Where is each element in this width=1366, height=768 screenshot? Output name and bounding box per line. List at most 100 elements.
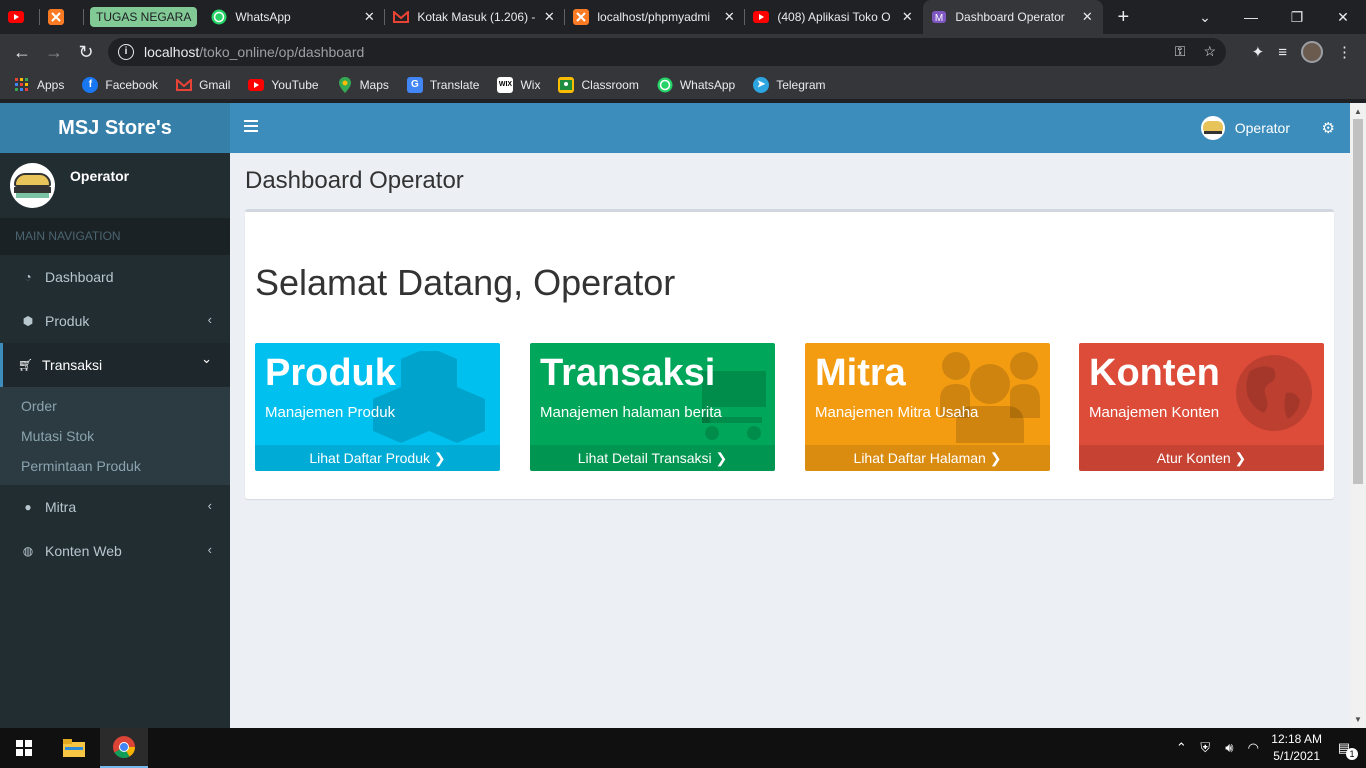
bookmark-wix[interactable]: WIX Wix bbox=[497, 76, 541, 93]
sidebar-item-mitra[interactable]: ● Mitra ‹ bbox=[0, 485, 230, 529]
transaksi-submenu: Order Mutasi Stok Permintaan Produk bbox=[0, 387, 230, 485]
sidebar-item-label: Konten Web bbox=[45, 543, 122, 559]
submenu-item-order[interactable]: Order bbox=[0, 391, 230, 421]
bookmark-label: Wix bbox=[520, 77, 541, 92]
sidebar-user-name: Operator bbox=[70, 168, 130, 184]
page-scrollbar[interactable]: ▲ ▼ bbox=[1350, 103, 1366, 728]
tab-group-label[interactable]: TUGAS NEGARA bbox=[90, 7, 198, 27]
bookmark-star-icon[interactable]: ☆ bbox=[1203, 43, 1216, 60]
bookmark-whatsapp[interactable]: WhatsApp bbox=[657, 77, 735, 93]
bookmark-youtube[interactable]: YouTube bbox=[248, 77, 319, 93]
bookmark-label: Translate bbox=[429, 77, 480, 92]
reload-icon[interactable]: ↻ bbox=[70, 42, 102, 63]
card-footer-link[interactable]: Lihat Daftar Produk ❯ bbox=[255, 445, 500, 471]
gmail-icon bbox=[176, 77, 193, 93]
close-icon[interactable]: ✕ bbox=[361, 9, 377, 25]
bookmark-label: Facebook bbox=[105, 77, 159, 92]
close-icon[interactable]: ✕ bbox=[899, 9, 915, 25]
chrome-taskbar-icon[interactable] bbox=[100, 728, 148, 768]
tab-whatsapp[interactable]: WhatsApp ✕ bbox=[203, 0, 386, 34]
extensions-puzzle-icon[interactable]: ✦ bbox=[1252, 43, 1265, 61]
clock-time: 12:18 AM bbox=[1271, 732, 1322, 746]
sidebar-item-label: Transaksi bbox=[42, 357, 103, 373]
submenu-item-mutasi-stok[interactable]: Mutasi Stok bbox=[0, 421, 230, 451]
restore-icon[interactable]: ❐ bbox=[1274, 9, 1320, 26]
forward-arrow-icon[interactable]: → bbox=[38, 42, 70, 63]
tab-title: WhatsApp bbox=[235, 10, 291, 24]
globe-icon: ◍ bbox=[22, 544, 34, 558]
media-queue-icon[interactable]: ≡ bbox=[1278, 44, 1287, 61]
bookmark-label: Telegram bbox=[776, 77, 826, 92]
card-konten: Konten Manajemen Konten Atur Konten ❯ bbox=[1079, 343, 1324, 471]
scrollbar-thumb[interactable] bbox=[1353, 119, 1363, 484]
url-bar[interactable]: i localhost/toko_online/op/dashboard ⚿ ☆ bbox=[108, 38, 1226, 66]
bookmark-translate[interactable]: G Translate bbox=[406, 76, 480, 93]
tab-youtube-video[interactable]: (408) Aplikasi Toko O ✕ bbox=[745, 0, 923, 34]
avatar bbox=[1200, 116, 1225, 140]
submenu-item-permintaan-produk[interactable]: Permintaan Produk bbox=[0, 451, 230, 481]
wifi-icon[interactable]: ◠ bbox=[1241, 740, 1265, 756]
notification-count: 1 bbox=[1346, 748, 1358, 760]
sidebar-item-transaksi[interactable]: 🛒︎ Transaksi ⌄ bbox=[0, 343, 230, 387]
scroll-down-arrow-icon[interactable]: ▼ bbox=[1354, 715, 1362, 724]
close-icon[interactable]: ✕ bbox=[541, 9, 557, 25]
file-explorer-icon[interactable] bbox=[50, 728, 98, 768]
window-close-icon[interactable]: ✕ bbox=[1320, 9, 1366, 26]
bookmark-telegram[interactable]: ➤ Telegram bbox=[753, 76, 826, 93]
pinned-tab-youtube[interactable] bbox=[0, 0, 40, 34]
bookmark-apps[interactable]: Apps bbox=[14, 77, 64, 93]
bookmark-label: YouTube bbox=[271, 77, 319, 92]
pinned-tab-xampp[interactable] bbox=[40, 0, 84, 34]
card-produk: Produk Manajemen Produk Lihat Daftar Pro… bbox=[255, 343, 500, 471]
close-icon[interactable]: ✕ bbox=[721, 9, 737, 25]
profile-avatar[interactable] bbox=[1301, 41, 1323, 63]
bookmark-classroom[interactable]: Classroom bbox=[558, 76, 639, 93]
scroll-up-arrow-icon[interactable]: ▲ bbox=[1354, 107, 1362, 116]
taskbar-clock[interactable]: 12:18 AM 5/1/2021 bbox=[1271, 731, 1322, 765]
brand-logo[interactable]: MSJ Store's bbox=[0, 103, 230, 153]
tab-title: localhost/phpmyadmi bbox=[597, 10, 711, 24]
tab-phpmyadmin[interactable]: localhost/phpmyadmi ✕ bbox=[565, 0, 746, 34]
card-footer-link[interactable]: Lihat Daftar Halaman ❯ bbox=[805, 445, 1050, 471]
new-tab-button[interactable]: + bbox=[1103, 0, 1143, 34]
sidebar-item-konten-web[interactable]: ◍ Konten Web ‹ bbox=[0, 529, 230, 573]
chevron-left-icon: ‹ bbox=[207, 312, 212, 327]
windows-start-icon[interactable] bbox=[0, 728, 48, 768]
bookmark-gmail[interactable]: Gmail bbox=[176, 77, 230, 93]
notification-icon[interactable]: ▤ 1 bbox=[1332, 740, 1358, 760]
close-icon[interactable]: ✕ bbox=[1079, 9, 1095, 25]
welcome-box: Selamat Datang, Operator Produk Manajeme… bbox=[245, 209, 1334, 499]
system-tray: ⌃ ⛨ 🔊︎ ◠ 12:18 AM 5/1/2021 ▤ 1 bbox=[1169, 728, 1366, 768]
sidebar-item-produk[interactable]: ⬢ Produk ‹ bbox=[0, 299, 230, 343]
user-icon: ● bbox=[24, 500, 32, 514]
minimize-icon[interactable]: — bbox=[1228, 9, 1274, 25]
tab-search-icon[interactable]: ⌄ bbox=[1182, 9, 1228, 26]
card-subtitle: Manajemen Mitra Usaha bbox=[815, 404, 979, 421]
gmail-icon bbox=[393, 9, 410, 25]
chrome-menu-icon[interactable]: ⋮ bbox=[1337, 43, 1352, 61]
bookmark-maps[interactable]: Maps bbox=[337, 76, 389, 93]
chevron-up-icon[interactable]: ⌃ bbox=[1169, 740, 1193, 756]
chevron-right-icon: ❯ bbox=[715, 450, 728, 466]
bookmarks-bar: Apps f Facebook Gmail YouTube Maps G Tra… bbox=[0, 70, 1366, 100]
bookmark-facebook[interactable]: f Facebook bbox=[82, 76, 159, 93]
sidebar-toggle-icon[interactable] bbox=[244, 120, 258, 135]
tab-dashboard-operator[interactable]: M Dashboard Operator ✕ bbox=[923, 0, 1104, 34]
bookmark-label: Maps bbox=[359, 77, 389, 92]
card-transaksi: Transaksi Manajemen halaman berita Lihat… bbox=[530, 343, 775, 471]
whatsapp-icon bbox=[211, 9, 227, 25]
back-arrow-icon[interactable]: ← bbox=[6, 42, 38, 63]
card-footer-link[interactable]: Lihat Detail Transaksi ❯ bbox=[530, 445, 775, 471]
key-icon[interactable]: ⚿ bbox=[1175, 43, 1186, 60]
sidebar-item-dashboard[interactable]: ◔ Dashboard bbox=[0, 255, 230, 299]
volume-icon[interactable]: 🔊︎ bbox=[1217, 740, 1241, 756]
card-footer-link[interactable]: Atur Konten ❯ bbox=[1079, 445, 1324, 471]
user-menu[interactable]: Operator bbox=[1200, 103, 1290, 153]
site-info-icon[interactable]: i bbox=[118, 44, 134, 60]
chevron-right-icon: ❯ bbox=[989, 450, 1002, 466]
tab-gmail[interactable]: Kotak Masuk (1.206) - ✕ bbox=[385, 0, 566, 34]
gears-icon[interactable]: ⚙ bbox=[1322, 119, 1335, 137]
sidebar-item-label: Dashboard bbox=[45, 269, 114, 285]
nav-header: MAIN NAVIGATION bbox=[0, 218, 230, 255]
security-shield-icon[interactable]: ⛨ bbox=[1193, 740, 1217, 756]
